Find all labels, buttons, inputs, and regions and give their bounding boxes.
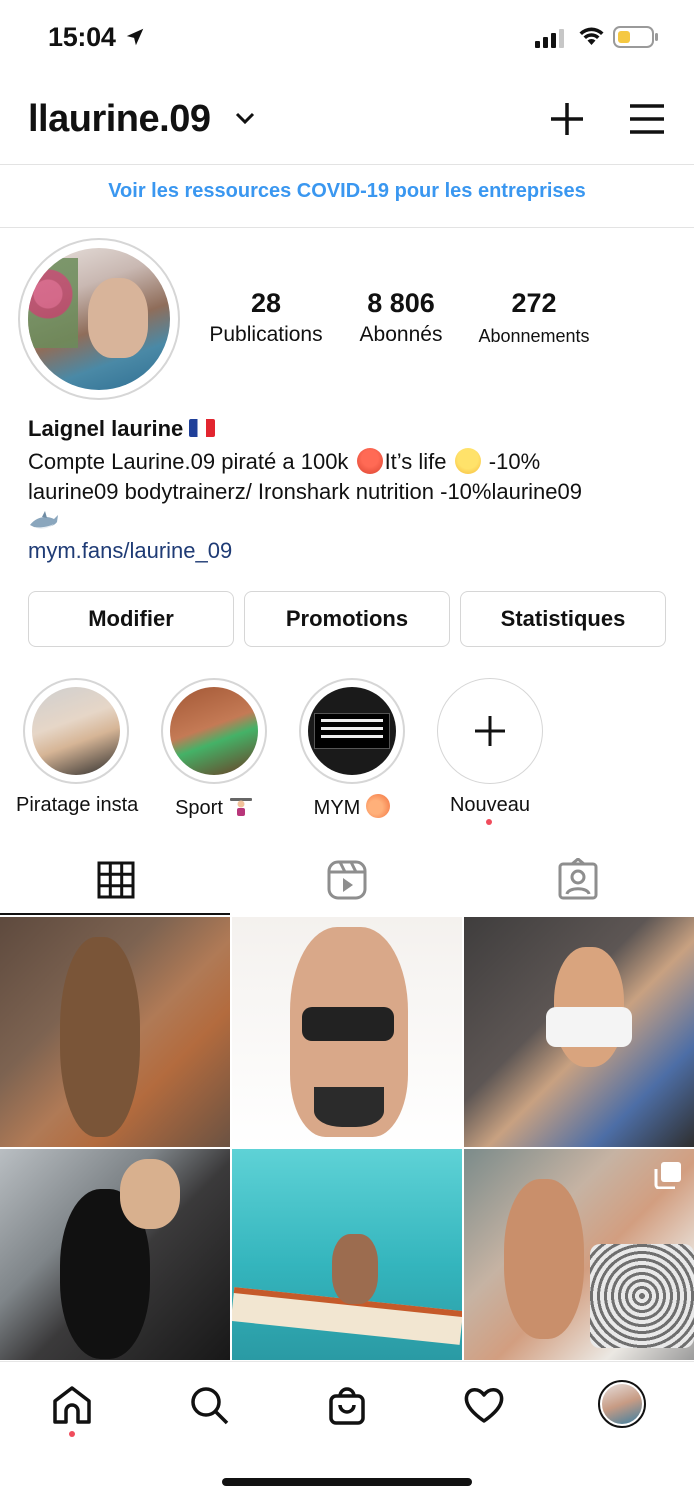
weightlifter-icon [229, 798, 252, 816]
stat-label: Abonnements [478, 326, 590, 346]
stat-value: 8 806 [367, 288, 435, 318]
search-icon[interactable] [188, 1384, 230, 1426]
highlight-label: Sport [175, 797, 223, 819]
status-time: 15:04 [48, 22, 116, 52]
highlight-cover [299, 678, 405, 784]
bio-text: Compte Laurine.09 piraté a 100k [28, 449, 349, 474]
notification-dot [486, 819, 492, 825]
reels-icon[interactable] [325, 858, 369, 902]
chevron-down-icon[interactable] [234, 110, 256, 126]
highlight-label-row: Sport [154, 794, 274, 820]
bio-link[interactable]: mym.fans/laurine_09 [28, 538, 232, 564]
highlight-label: Nouveau [449, 794, 531, 816]
grid-icon[interactable] [94, 858, 138, 902]
menu-icon[interactable] [628, 102, 666, 136]
plus-icon [475, 716, 505, 746]
post-figure [60, 937, 140, 1137]
highlight-piratage-insta[interactable]: Piratage insta [16, 678, 139, 817]
stat-value: 272 [511, 288, 557, 318]
plus-icon[interactable] [548, 100, 586, 138]
post-thumbnail[interactable] [0, 917, 230, 1147]
bio-text: laurine09 bodytrainerz/ Ironshark nutrit… [28, 479, 582, 504]
post-figure [546, 1007, 632, 1047]
stat-following[interactable]: 272 Abonnements [472, 288, 596, 347]
home-indicator [222, 1478, 472, 1486]
display-name-text: Laignel laurine [28, 416, 184, 441]
status-bar: 15:04 [0, 0, 694, 76]
bio-text: -10% [488, 449, 541, 474]
highlight-sport[interactable]: Sport [154, 678, 274, 820]
statistics-button[interactable]: Statistiques [460, 591, 666, 647]
post-figure [120, 1159, 180, 1229]
bio-text: It’s life [384, 449, 447, 474]
stat-label: Abonnés [359, 323, 443, 346]
avatar-image [28, 248, 170, 390]
post-figure [504, 1179, 584, 1339]
france-flag-icon [189, 419, 216, 437]
stat-value: 28 [250, 288, 282, 318]
highlight-cover [161, 678, 267, 784]
stat-publications[interactable]: 28 Publications [204, 288, 328, 347]
highlight-label: MYM [313, 797, 361, 819]
new-highlight-circle [437, 678, 543, 784]
display-name: Laignel laurine [28, 416, 216, 442]
shark-icon [30, 511, 58, 529]
bottom-navigation [0, 1361, 694, 1500]
heart-icon[interactable] [463, 1384, 505, 1426]
stat-followers[interactable]: 8 806 Abonnés [350, 288, 452, 347]
stat-label: Publications [209, 323, 323, 346]
carousel-icon [654, 1162, 681, 1189]
bio: Compte Laurine.09 piraté a 100k It’s lif… [28, 447, 668, 537]
highlight-mym[interactable]: MYM [292, 678, 412, 820]
edit-profile-button[interactable]: Modifier [28, 591, 234, 647]
battery-icon [613, 26, 658, 48]
divider [0, 227, 694, 228]
profile-avatar[interactable] [18, 238, 180, 400]
tongue-face-icon [454, 448, 481, 474]
highlight-cover [23, 678, 129, 784]
angry-face-icon [356, 448, 383, 474]
notification-dot [69, 1431, 75, 1437]
account-username[interactable]: llaurine.09 [28, 98, 211, 141]
profile-header: llaurine.09 [0, 88, 694, 154]
location-arrow-icon [126, 28, 144, 46]
signal-icon [535, 29, 564, 48]
post-thumbnail[interactable] [464, 917, 694, 1147]
home-icon[interactable] [51, 1384, 93, 1426]
post-thumbnail[interactable] [0, 1149, 230, 1360]
highlight-label: Piratage insta [16, 794, 139, 816]
post-thumbnail[interactable] [232, 917, 462, 1147]
promotions-button[interactable]: Promotions [244, 591, 450, 647]
post-thumbnail[interactable] [232, 1149, 462, 1360]
covid-resources-link[interactable]: Voir les ressources COVID-19 pour les en… [0, 180, 694, 203]
new-highlight-button[interactable]: Nouveau [430, 678, 550, 817]
active-tab-indicator [0, 913, 230, 915]
peach-icon [366, 794, 391, 818]
tagged-icon[interactable] [556, 858, 600, 902]
divider [0, 164, 694, 165]
wifi-icon [579, 27, 604, 45]
post-thumbnail[interactable] [464, 1149, 694, 1360]
highlight-label-row: MYM [292, 794, 412, 820]
shop-icon[interactable] [326, 1384, 368, 1426]
profile-avatar-tab[interactable] [598, 1380, 646, 1428]
